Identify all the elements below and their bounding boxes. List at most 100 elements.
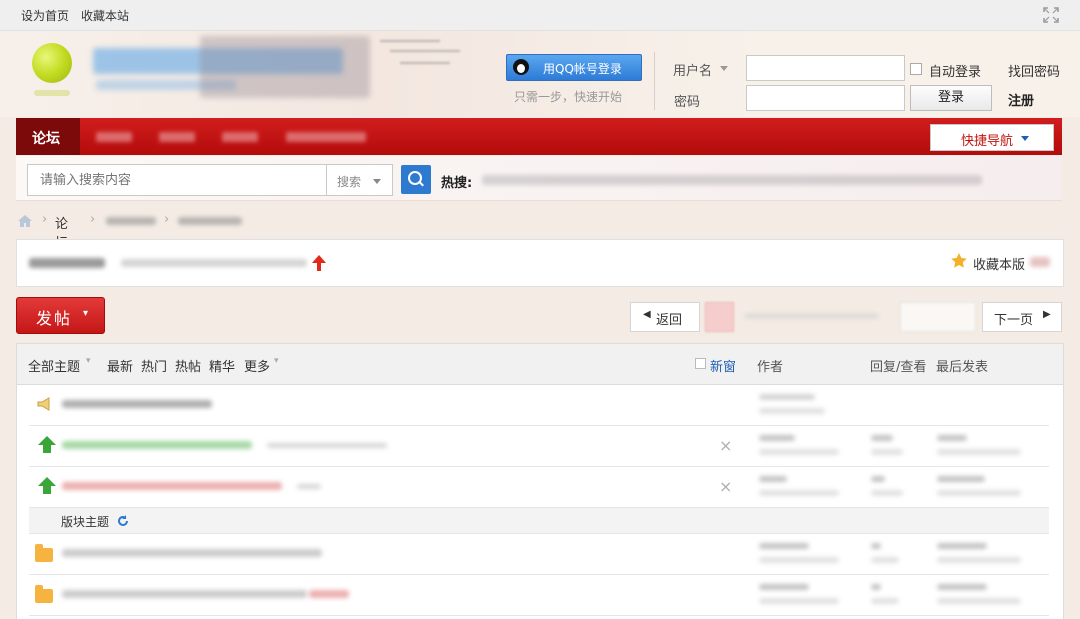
bookmark-site-link[interactable]: 收藏本站: [81, 7, 129, 24]
last-post-author: [937, 435, 967, 441]
new-window-checkbox[interactable]: [695, 358, 706, 369]
quick-nav-button[interactable]: 快捷导航: [930, 124, 1054, 151]
reply-count: [871, 543, 881, 549]
calligraphy-decoration: [380, 36, 470, 76]
forgot-password-link[interactable]: 找回密码: [1008, 61, 1060, 80]
auto-login-checkbox[interactable]: [910, 63, 922, 75]
main-nav: 论坛: [16, 118, 1062, 155]
username-dropdown-icon[interactable]: [720, 66, 728, 71]
last-post-author: [937, 476, 985, 482]
back-arrow-icon: ◀: [643, 309, 651, 320]
thread-tag: [309, 590, 349, 598]
register-link[interactable]: 注册: [1008, 90, 1034, 109]
col-last-post: 最后发表: [936, 360, 989, 375]
thread-author: [759, 584, 809, 590]
filter-popular[interactable]: 热门: [141, 356, 167, 375]
auto-login-label: 自动登录: [929, 65, 982, 80]
thread-list: 全部主题 ▾ 最新 热门 热帖 精华 更多 ▾ 新窗 作者 回复/查看 最后发表…: [16, 343, 1064, 619]
filter-hot[interactable]: 热帖: [175, 356, 201, 375]
thread-title[interactable]: [62, 590, 307, 598]
last-post-date: [937, 557, 1021, 563]
filter-latest[interactable]: 最新: [107, 356, 133, 375]
thread-meta: [297, 484, 321, 489]
set-homepage-link[interactable]: 设为首页: [21, 7, 69, 24]
close-icon[interactable]: ×: [719, 436, 732, 455]
table-row[interactable]: [29, 575, 1049, 616]
last-post-date: [937, 490, 1021, 496]
forum-stats: [121, 259, 307, 267]
thread-title[interactable]: [62, 549, 322, 557]
last-post-date: [937, 449, 1021, 455]
nav-tab-blurred[interactable]: [222, 132, 258, 142]
breadcrumb-separator: ›: [164, 212, 170, 227]
page-jump-input[interactable]: [900, 302, 976, 332]
home-icon[interactable]: [18, 215, 32, 227]
thread-date: [759, 449, 839, 455]
password-input[interactable]: [746, 85, 905, 111]
new-post-button[interactable]: 发帖 ▾: [16, 297, 105, 334]
favorite-count: [1030, 257, 1050, 267]
password-label: 密码: [674, 95, 701, 110]
close-icon[interactable]: ×: [719, 477, 732, 496]
username-input[interactable]: [746, 55, 905, 81]
next-arrow-icon: ▶: [1043, 309, 1051, 320]
thread-date: [759, 490, 839, 496]
thread-list-header: 全部主题 ▾ 最新 热门 热帖 精华 更多 ▾ 新窗 作者 回复/查看 最后发表: [17, 344, 1063, 385]
view-count: [871, 557, 899, 563]
fullscreen-icon[interactable]: [1043, 7, 1059, 23]
breadcrumb-separator: ›: [42, 212, 48, 227]
site-logo[interactable]: [32, 43, 72, 83]
filter-all-threads[interactable]: 全部主题: [28, 356, 80, 375]
filter-digest[interactable]: 精华: [209, 356, 235, 375]
star-icon[interactable]: [950, 252, 968, 270]
new-window-label: 新窗: [710, 360, 737, 375]
chevron-down-icon: ▾: [86, 356, 91, 366]
filter-more[interactable]: 更多: [244, 356, 270, 375]
thread-title[interactable]: [62, 441, 252, 449]
last-post-author: [937, 543, 987, 549]
login-button[interactable]: 登录: [910, 85, 992, 111]
table-row-announcement[interactable]: [29, 385, 1049, 426]
thread-author: [759, 543, 809, 549]
section-label: 版块主题: [61, 515, 110, 529]
thread-date: [759, 408, 825, 414]
search-input-field[interactable]: [38, 172, 322, 189]
thread-author: [759, 476, 787, 482]
table-row-pinned[interactable]: ×: [29, 426, 1049, 467]
nav-tab-blurred[interactable]: [286, 132, 366, 142]
reply-count: [871, 584, 881, 590]
page-current[interactable]: [705, 302, 734, 332]
qq-hint-text: 只需一步，快速开始: [514, 90, 623, 104]
thread-date: [759, 598, 839, 604]
view-count: [871, 598, 899, 604]
post-dropdown-icon: ▾: [83, 308, 89, 319]
hot-search-keywords[interactable]: [482, 175, 982, 185]
hot-up-arrow-icon: [312, 255, 326, 271]
search-type-select[interactable]: 搜索: [326, 164, 393, 196]
chevron-down-icon: [373, 179, 381, 184]
breadcrumb-board[interactable]: [178, 217, 242, 225]
table-row[interactable]: [29, 534, 1049, 575]
thread-title[interactable]: [62, 400, 212, 408]
pinned-icon: [38, 436, 56, 453]
nav-tab-blurred[interactable]: [159, 132, 195, 142]
qq-login-button[interactable]: 用QQ帐号登录: [506, 54, 642, 81]
site-logo-caption: [34, 90, 70, 96]
nav-tab-forum[interactable]: 论坛: [16, 118, 80, 155]
favorite-board-link[interactable]: 收藏本版: [973, 254, 1025, 273]
back-button[interactable]: ◀ 返回: [630, 302, 700, 332]
reply-count: [871, 435, 893, 441]
top-bar: 设为首页 收藏本站: [0, 0, 1080, 31]
search-input[interactable]: [27, 164, 327, 196]
nav-tab-blurred[interactable]: [96, 132, 132, 142]
username-label: 用户名: [673, 64, 713, 79]
table-row-pinned[interactable]: ×: [29, 467, 1049, 508]
breadcrumb-category[interactable]: [106, 217, 156, 225]
folder-icon: [35, 585, 53, 603]
next-page-button[interactable]: 下一页 ▶: [982, 302, 1062, 332]
last-post-author: [937, 584, 987, 590]
thread-title[interactable]: [62, 482, 282, 490]
page-numbers[interactable]: [744, 313, 879, 319]
search-button[interactable]: [401, 165, 431, 194]
refresh-icon[interactable]: [117, 515, 129, 527]
